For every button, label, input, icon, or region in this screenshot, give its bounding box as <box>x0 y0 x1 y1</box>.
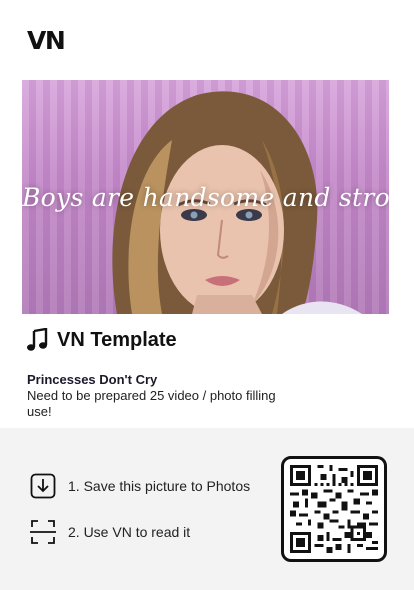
step-use-vn: 2. Use VN to read it <box>30 519 190 545</box>
qr-code <box>281 456 387 562</box>
step-2-label: 2. Use VN to read it <box>68 524 191 540</box>
cover-caption: Boys are handsome and strong <box>22 183 389 212</box>
scan-icon <box>30 519 56 545</box>
template-name: Princesses Don't Cry <box>27 372 158 387</box>
template-description: Need to be prepared 25 video / photo fil… <box>27 388 276 419</box>
template-header: VN Template <box>26 327 177 353</box>
step-save-picture: 1. Save this picture to Photos <box>30 473 250 499</box>
template-cover-image: Boys are handsome and strong <box>22 80 389 314</box>
template-title: VN Template <box>57 328 177 351</box>
download-icon <box>30 473 56 499</box>
step-1-label: 1. Save this picture to Photos <box>68 478 251 494</box>
vn-logo: VN <box>27 26 66 55</box>
music-note-icon <box>26 327 48 352</box>
